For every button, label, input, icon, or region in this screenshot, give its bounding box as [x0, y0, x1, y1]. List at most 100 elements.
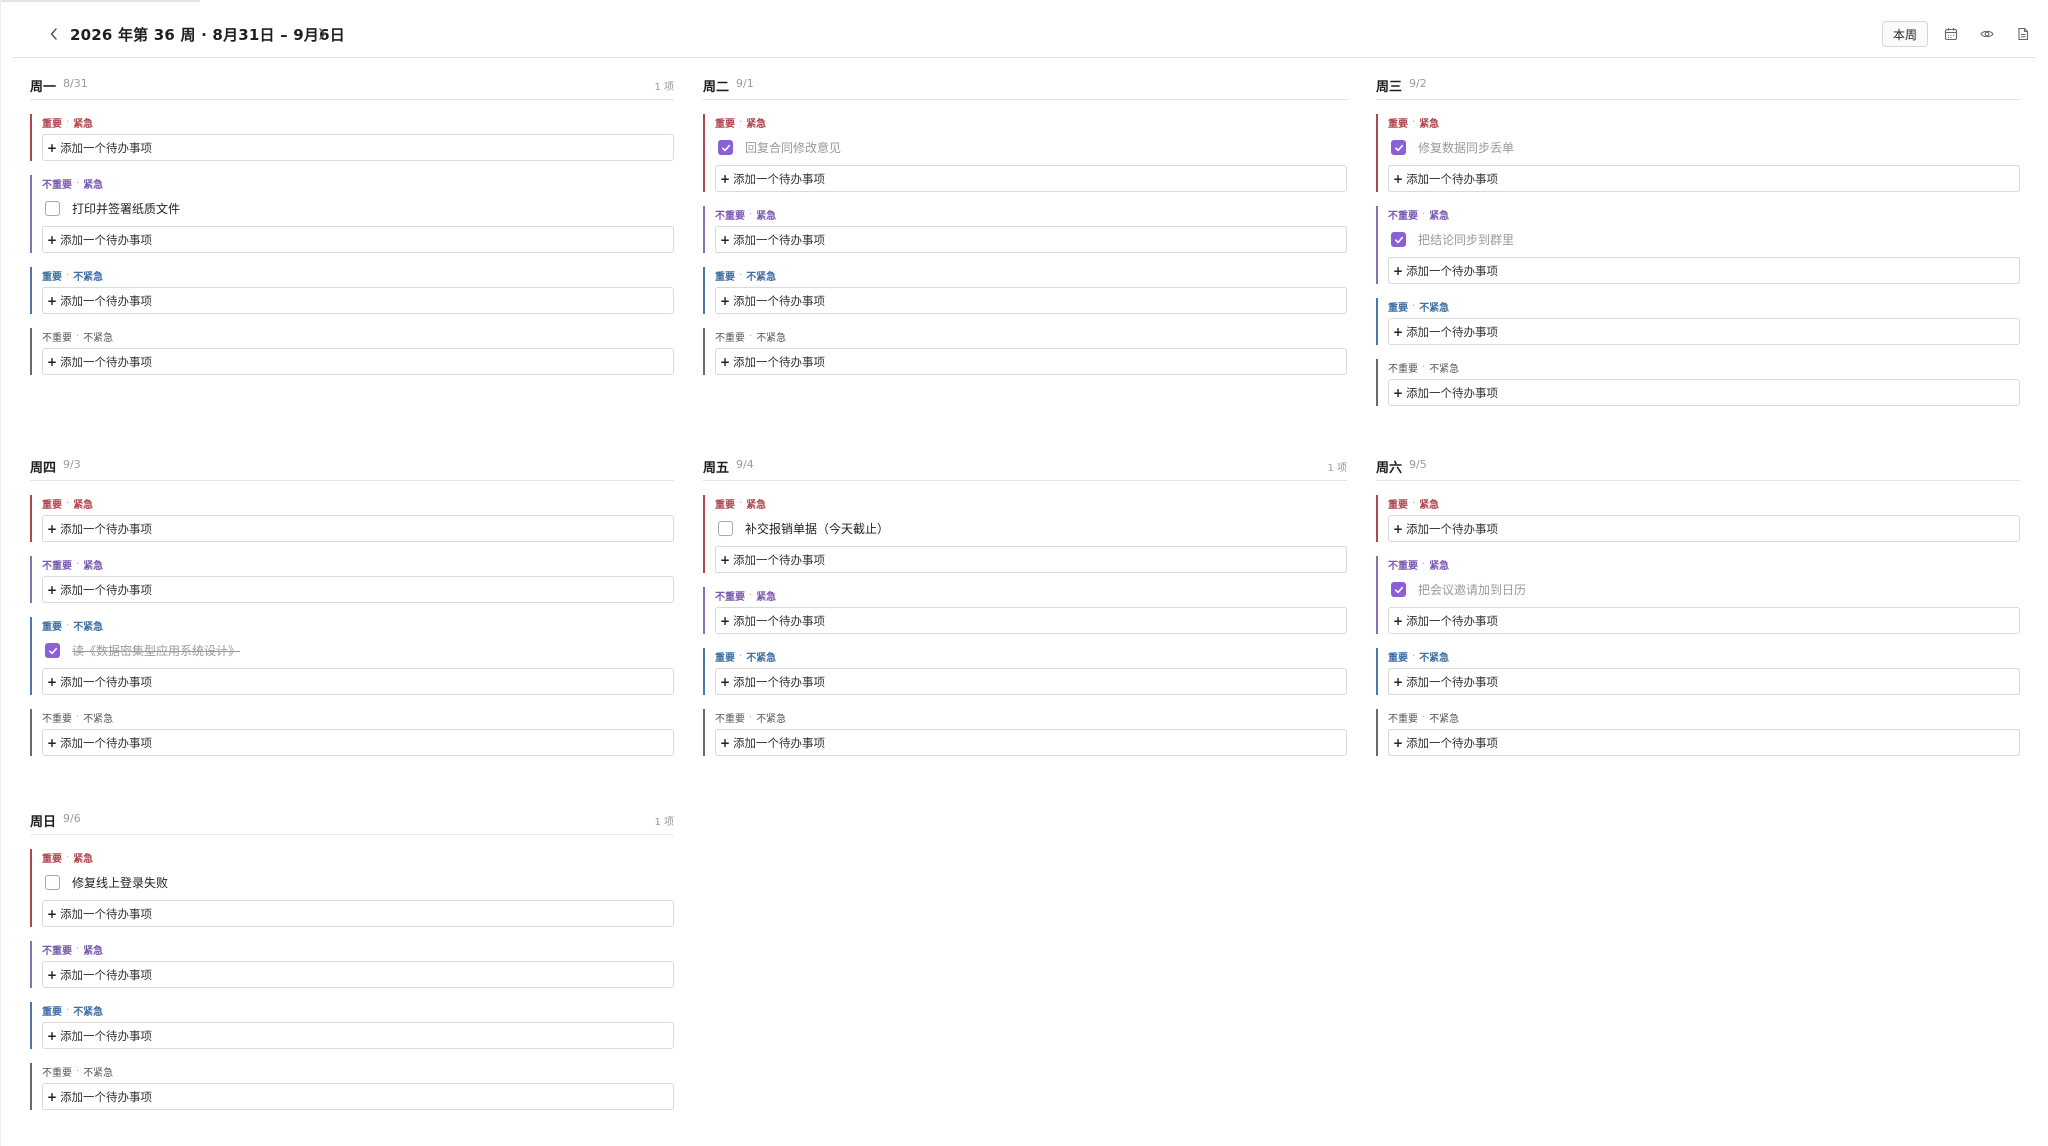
importance-label: 重要 — [715, 499, 735, 511]
importance-label: 重要 — [715, 652, 735, 664]
day-name: 周日 — [30, 815, 57, 830]
urgency-label: 不紧急 — [746, 652, 777, 664]
todo-checkbox[interactable] — [45, 643, 60, 658]
add-todo-input[interactable]: + 添加一个待办事项 — [715, 546, 1347, 573]
urgency-label: 不紧急 — [746, 271, 777, 283]
add-todo-input[interactable]: + 添加一个待办事项 — [42, 134, 674, 161]
urgency-label: 紧急 — [756, 591, 777, 603]
add-todo-input[interactable]: + 添加一个待办事项 — [42, 961, 674, 988]
quadrant-important-not-urgent: 重要 · 不紧急 + 添加一个待办事项 — [1376, 648, 2020, 695]
todo-checkbox[interactable] — [1391, 582, 1406, 597]
add-todo-input[interactable]: + 添加一个待办事项 — [1388, 515, 2020, 542]
label-separator: · — [66, 269, 70, 281]
todo-text[interactable]: 补交报销单据（今天截止） — [745, 520, 889, 537]
add-todo-input[interactable]: + 添加一个待办事项 — [42, 287, 674, 314]
add-todo-input[interactable]: + 添加一个待办事项 — [42, 515, 674, 542]
label-separator: · — [66, 851, 70, 863]
add-todo-placeholder: 添加一个待办事项 — [1406, 171, 1499, 186]
quadrant-not-important-not-urgent: 不重要 · 不紧急 + 添加一个待办事项 — [1376, 359, 2020, 406]
add-todo-input[interactable]: + 添加一个待办事项 — [42, 226, 674, 253]
add-todo-input[interactable]: + 添加一个待办事项 — [42, 1083, 674, 1110]
quadrant-label: 不重要 · 紧急 — [1388, 556, 2020, 572]
todo-checkbox[interactable] — [718, 140, 733, 155]
add-todo-input[interactable]: + 添加一个待办事项 — [42, 576, 674, 603]
todo-text[interactable]: 读《数据密集型应用系统设计》 — [72, 642, 240, 659]
add-todo-input[interactable]: + 添加一个待办事项 — [42, 1022, 674, 1049]
label-separator: · — [1412, 650, 1416, 662]
todo-checkbox[interactable] — [1391, 140, 1406, 155]
todo-checkbox[interactable] — [45, 201, 60, 216]
add-todo-input[interactable]: + 添加一个待办事项 — [715, 729, 1347, 756]
plus-icon: + — [47, 1089, 58, 1104]
add-todo-input[interactable]: + 添加一个待办事项 — [1388, 379, 2020, 406]
todo-text[interactable]: 修复数据同步丢单 — [1418, 139, 1514, 156]
quadrant-not-important-urgent: 不重要 · 紧急 把结论同步到群里 + 添加一个待办事项 — [1376, 206, 2020, 284]
add-todo-placeholder: 添加一个待办事项 — [60, 735, 153, 750]
add-todo-input[interactable]: + 添加一个待办事项 — [1388, 729, 2020, 756]
quadrant-important-not-urgent: 重要 · 不紧急 + 添加一个待办事项 — [703, 267, 1347, 314]
urgency-label: 紧急 — [73, 499, 94, 511]
left-divider — [0, 0, 1, 1146]
todo-item: 修复线上登录失败 — [42, 869, 674, 896]
add-todo-input[interactable]: + 添加一个待办事项 — [1388, 607, 2020, 634]
plus-icon: + — [47, 521, 58, 536]
todo-checkbox[interactable] — [718, 521, 733, 536]
todo-item: 把结论同步到群里 — [1388, 226, 2020, 253]
add-todo-input[interactable]: + 添加一个待办事项 — [715, 348, 1347, 375]
add-todo-input[interactable]: + 添加一个待办事项 — [715, 226, 1347, 253]
next-week-button[interactable] — [310, 20, 334, 48]
importance-label: 重要 — [42, 118, 62, 130]
plus-icon: + — [1393, 324, 1404, 339]
add-todo-input[interactable]: + 添加一个待办事项 — [42, 900, 674, 927]
todo-text[interactable]: 把会议邀请加到日历 — [1418, 581, 1526, 598]
todo-text[interactable]: 回复合同修改意见 — [745, 139, 841, 156]
urgency-label: 不紧急 — [1429, 713, 1460, 725]
label-separator: · — [1422, 361, 1426, 373]
chevron-left-icon — [50, 28, 57, 40]
day-date: 8/31 — [63, 77, 88, 90]
todo-checkbox[interactable] — [45, 875, 60, 890]
document-button[interactable] — [2010, 21, 2036, 47]
label-separator: · — [1422, 208, 1426, 220]
add-todo-input[interactable]: + 添加一个待办事项 — [1388, 257, 2020, 284]
add-todo-input[interactable]: + 添加一个待办事项 — [715, 607, 1347, 634]
add-todo-placeholder: 添加一个待办事项 — [60, 140, 153, 155]
preview-button[interactable] — [1974, 21, 2000, 47]
add-todo-input[interactable]: + 添加一个待办事项 — [42, 668, 674, 695]
todo-checkbox[interactable] — [1391, 232, 1406, 247]
add-todo-placeholder: 添加一个待办事项 — [1406, 263, 1499, 278]
calendar-button[interactable] — [1938, 21, 1964, 47]
add-todo-input[interactable]: + 添加一个待办事项 — [1388, 318, 2020, 345]
day-task-count: 1 项 — [654, 817, 674, 828]
add-todo-input[interactable]: + 添加一个待办事项 — [1388, 668, 2020, 695]
add-todo-input[interactable]: + 添加一个待办事项 — [42, 729, 674, 756]
todo-text[interactable]: 把结论同步到群里 — [1418, 231, 1514, 248]
quadrant-label: 不重要 · 紧急 — [42, 175, 674, 191]
add-todo-input[interactable]: + 添加一个待办事项 — [715, 287, 1347, 314]
quadrant-label: 不重要 · 紧急 — [42, 556, 674, 572]
add-todo-placeholder: 添加一个待办事项 — [60, 906, 153, 921]
previous-week-button[interactable] — [42, 20, 66, 48]
todo-text[interactable]: 修复线上登录失败 — [72, 874, 168, 891]
quadrant-not-important-urgent: 不重要 · 紧急 + 添加一个待办事项 — [30, 556, 674, 603]
quadrant-not-important-not-urgent: 不重要 · 不紧急 + 添加一个待办事项 — [30, 328, 674, 375]
add-todo-input[interactable]: + 添加一个待办事项 — [715, 165, 1347, 192]
plus-icon: + — [47, 354, 58, 369]
add-todo-placeholder: 添加一个待办事项 — [60, 521, 153, 536]
add-todo-input[interactable]: + 添加一个待办事项 — [42, 348, 674, 375]
add-todo-input[interactable]: + 添加一个待办事项 — [1388, 165, 2020, 192]
todo-text[interactable]: 打印并签署纸质文件 — [72, 200, 180, 217]
quadrant-important-not-urgent: 重要 · 不紧急 + 添加一个待办事项 — [30, 1002, 674, 1049]
urgency-label: 紧急 — [1429, 560, 1450, 572]
this-week-button[interactable]: 本周 — [1881, 21, 1928, 47]
plus-icon: + — [720, 293, 731, 308]
add-todo-placeholder: 添加一个待办事项 — [1406, 735, 1499, 750]
label-separator: · — [66, 1004, 70, 1016]
urgency-label: 紧急 — [83, 945, 104, 957]
day-column: 周一 8/31 1 项重要 · 紧急 + 添加一个待办事项 不重要 · 紧急 打印并签署纸质文件 + 添… — [30, 74, 674, 375]
day-header: 周二 9/1 — [703, 74, 1347, 100]
urgency-label: 紧急 — [746, 118, 767, 130]
quadrant-label: 不重要 · 紧急 — [715, 587, 1347, 603]
add-todo-input[interactable]: + 添加一个待办事项 — [715, 668, 1347, 695]
week-title: 2026 年第 36 周 · 8月31日 – 9月6日 — [70, 26, 345, 44]
